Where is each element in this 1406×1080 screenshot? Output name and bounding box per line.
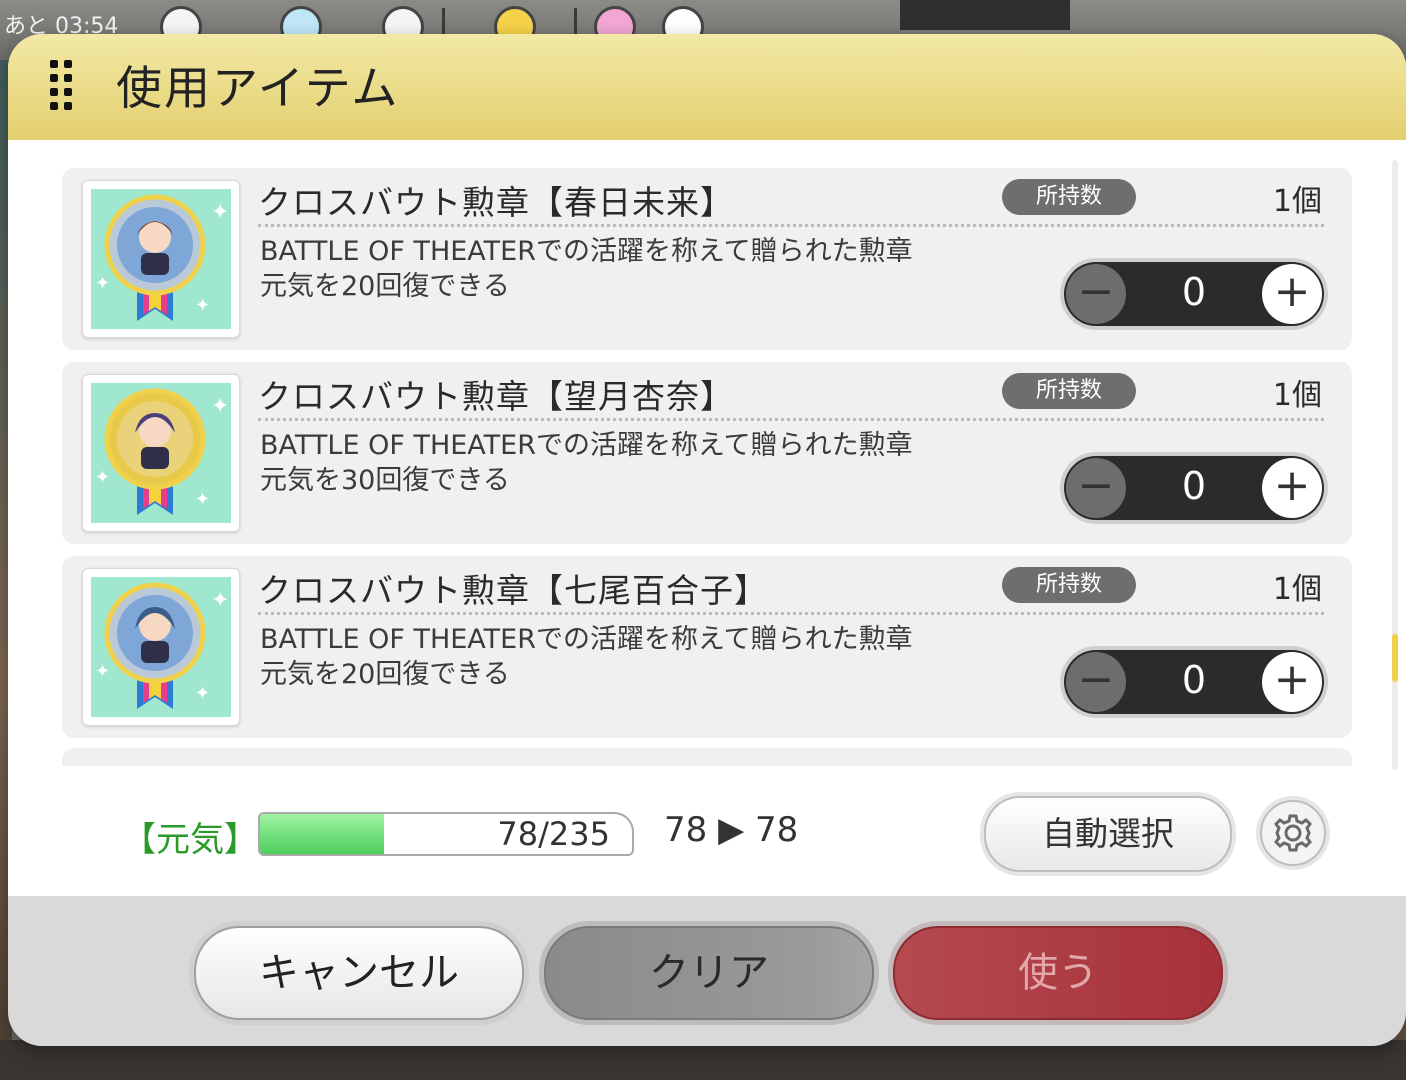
ceiling-light — [900, 0, 1070, 30]
description-line: BATTLE OF THEATERでの活躍を称えて贈られた勲章 — [260, 430, 913, 461]
item-description: BATTLE OF THEATERでの活躍を称えて贈られた勲章 元気を20回復で… — [260, 234, 913, 304]
medal-thumbnail: ✦ ✦ ✦ — [82, 180, 240, 338]
owned-count: 1個 — [1272, 378, 1322, 413]
list-item — [62, 748, 1352, 766]
svg-text:✦: ✦ — [95, 661, 110, 682]
quantity-stepper: − 0 + — [1064, 456, 1324, 520]
medal-thumbnail: ✦ ✦ ✦ — [82, 374, 240, 532]
decrease-button[interactable]: − — [1066, 458, 1126, 518]
item-name: クロスバウト勲章【望月杏奈】 — [258, 377, 734, 416]
svg-text:✦: ✦ — [211, 200, 229, 225]
svg-text:✦: ✦ — [195, 489, 210, 510]
dialog-title: 使用アイテム — [116, 61, 400, 115]
increase-button[interactable]: + — [1262, 264, 1322, 324]
energy-value: 78/235 — [497, 815, 610, 853]
svg-text:✦: ✦ — [95, 273, 110, 294]
medal-icon: ✦ ✦ ✦ — [95, 388, 229, 515]
medal-thumbnail: ✦ ✦ ✦ — [82, 568, 240, 726]
owned-count: 1個 — [1272, 184, 1322, 219]
increase-button[interactable]: + — [1262, 458, 1322, 518]
use-item-dialog: 使用アイテム ✦ ✦ ✦ クロスバウト勲章【春日未来】 所持数 1個 BATTL… — [8, 34, 1406, 1046]
item-description: BATTLE OF THEATERでの活躍を称えて贈られた勲章 元気を20回復で… — [260, 622, 913, 692]
svg-text:✦: ✦ — [95, 467, 110, 488]
owned-badge: 所持数 — [1002, 179, 1136, 215]
quantity-value: 0 — [1181, 464, 1207, 508]
item-panel: ✦ ✦ ✦ クロスバウト勲章【春日未来】 所持数 1個 BATTLE OF TH… — [8, 140, 1406, 896]
grip-handle-icon — [50, 60, 76, 116]
gear-icon — [1274, 814, 1312, 852]
description-line: 元気を30回復できる — [260, 465, 510, 496]
quantity-value: 0 — [1181, 270, 1207, 314]
svg-text:✦: ✦ — [195, 683, 210, 704]
list-item: ✦ ✦ ✦ クロスバウト勲章【望月杏奈】 所持数 1個 BATTLE OF TH… — [62, 362, 1352, 544]
divider — [258, 418, 1324, 421]
quantity-value: 0 — [1181, 658, 1207, 702]
scrollbar-thumb[interactable] — [1392, 634, 1398, 682]
svg-text:✦: ✦ — [211, 394, 229, 419]
quantity-stepper: − 0 + — [1064, 262, 1324, 326]
item-name: クロスバウト勲章【春日未来】 — [258, 183, 734, 222]
item-description: BATTLE OF THEATERでの活躍を称えて贈られた勲章 元気を30回復で… — [260, 428, 913, 498]
svg-text:✦: ✦ — [195, 295, 210, 316]
settings-button[interactable] — [1260, 800, 1326, 866]
clear-button[interactable]: クリア — [544, 926, 874, 1020]
description-line: 元気を20回復できる — [260, 659, 510, 690]
cancel-button[interactable]: キャンセル — [194, 926, 524, 1020]
decrease-button[interactable]: − — [1066, 652, 1126, 712]
dialog-header: 使用アイテム — [8, 34, 1406, 140]
energy-bar-fill — [260, 814, 384, 854]
energy-change: 78 ▶ 78 — [664, 810, 799, 850]
increase-button[interactable]: + — [1262, 652, 1322, 712]
description-line: BATTLE OF THEATERでの活躍を称えて贈られた勲章 — [260, 236, 913, 267]
owned-badge: 所持数 — [1002, 567, 1136, 603]
energy-label: 【元気】 — [122, 820, 258, 860]
auto-select-button[interactable]: 自動選択 — [984, 796, 1232, 872]
item-list[interactable]: ✦ ✦ ✦ クロスバウト勲章【春日未来】 所持数 1個 BATTLE OF TH… — [62, 168, 1358, 766]
divider — [258, 224, 1324, 227]
quantity-stepper: − 0 + — [1064, 650, 1324, 714]
item-name: クロスバウト勲章【七尾百合子】 — [258, 571, 768, 610]
owned-count: 1個 — [1272, 572, 1322, 607]
medal-icon: ✦ ✦ ✦ — [95, 582, 229, 709]
list-item: ✦ ✦ ✦ クロスバウト勲章【春日未来】 所持数 1個 BATTLE OF TH… — [62, 168, 1352, 350]
background-floor — [0, 1040, 1406, 1080]
description-line: BATTLE OF THEATERでの活躍を称えて贈られた勲章 — [260, 624, 913, 655]
svg-text:✦: ✦ — [211, 588, 229, 613]
list-item: ✦ ✦ ✦ クロスバウト勲章【七尾百合子】 所持数 1個 BATTLE OF T… — [62, 556, 1352, 738]
energy-bar: 78/235 — [258, 812, 634, 856]
use-button[interactable]: 使う — [893, 926, 1223, 1020]
decrease-button[interactable]: − — [1066, 264, 1126, 324]
divider — [258, 612, 1324, 615]
medal-icon: ✦ ✦ ✦ — [95, 194, 229, 321]
owned-badge: 所持数 — [1002, 373, 1136, 409]
description-line: 元気を20回復できる — [260, 271, 510, 302]
